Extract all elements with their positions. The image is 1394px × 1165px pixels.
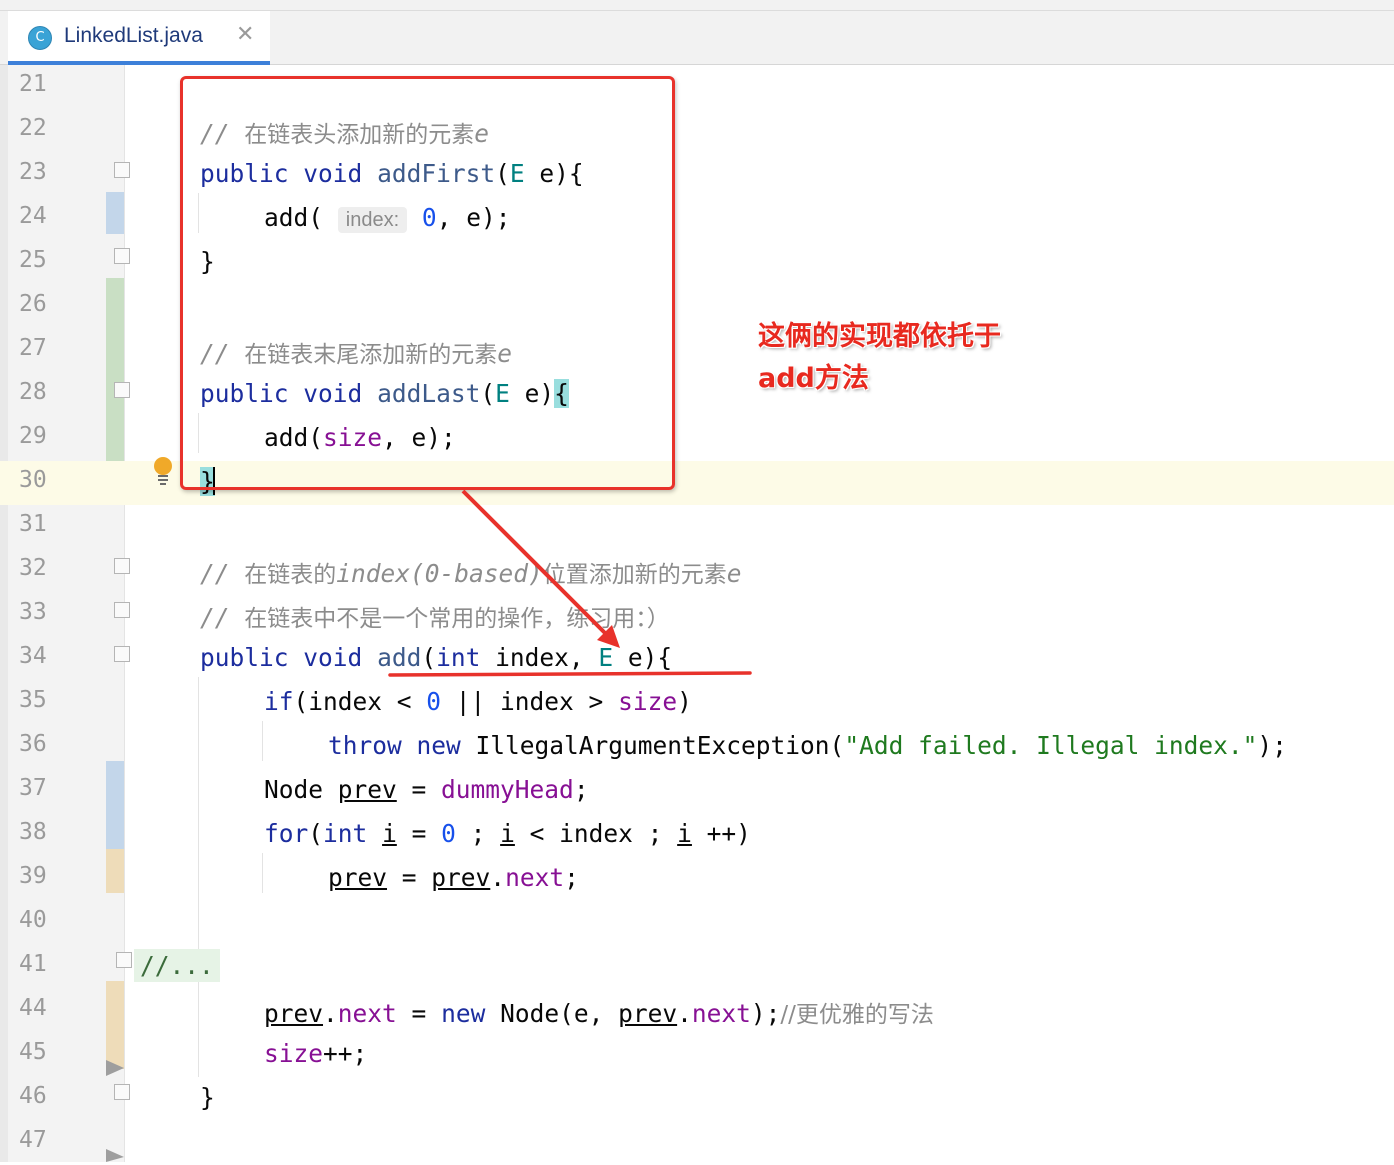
annotation-arrow [388,489,752,677]
